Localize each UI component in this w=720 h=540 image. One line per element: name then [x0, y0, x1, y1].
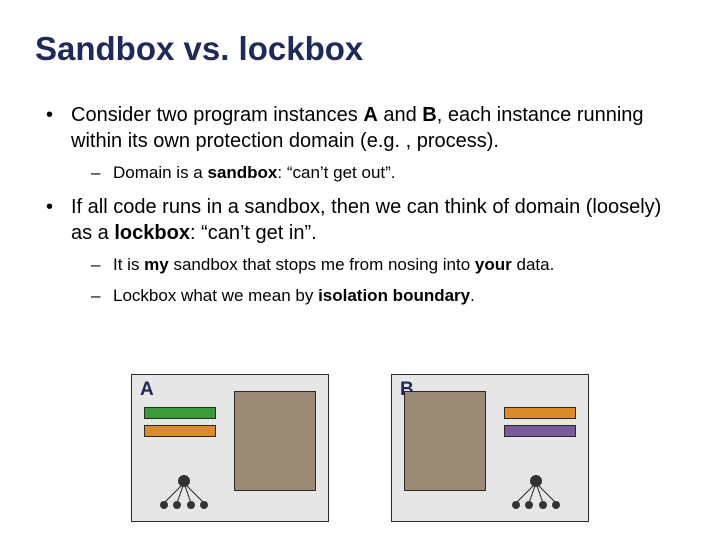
- resource-bar: [504, 425, 576, 437]
- sub-bullet: Lockbox what we mean by isolation bounda…: [91, 285, 685, 308]
- text-bold: A: [363, 104, 377, 126]
- diagram-row: A B: [0, 374, 720, 522]
- domain-box-b: B: [391, 374, 589, 522]
- domain-box-a: A: [131, 374, 329, 522]
- resource-bar: [144, 425, 216, 437]
- sub-bullet: Domain is a sandbox: “can’t get out”.: [91, 162, 685, 185]
- text-bold: B: [422, 104, 436, 126]
- process-tree-icon: [154, 473, 214, 513]
- text-bold: sandbox: [207, 163, 277, 182]
- sub-bullet-list: Domain is a sandbox: “can’t get out”.: [71, 162, 685, 185]
- text: : “can’t get in”.: [190, 222, 317, 244]
- text-bold: lockbox: [114, 222, 190, 244]
- slide-title: Sandbox vs. lockbox: [35, 30, 685, 68]
- memory-block: [404, 391, 486, 491]
- bullet-1: Consider two program instances A and B, …: [43, 103, 685, 185]
- resource-bar: [504, 407, 576, 419]
- bullet-2: If all code runs in a sandbox, then we c…: [43, 195, 685, 308]
- text-bold: isolation boundary: [318, 286, 470, 305]
- text: Lockbox what we mean by: [113, 286, 318, 305]
- text: : “can’t get out”.: [277, 163, 395, 182]
- sub-bullet: It is my sandbox that stops me from nosi…: [91, 254, 685, 277]
- resource-bar: [144, 407, 216, 419]
- text: sandbox that stops me from nosing into: [169, 255, 475, 274]
- box-label-a: A: [140, 379, 154, 401]
- text: and: [378, 104, 422, 126]
- text-bold: my: [144, 255, 169, 274]
- slide: Sandbox vs. lockbox Consider two program…: [0, 0, 720, 308]
- sub-bullet-list: It is my sandbox that stops me from nosi…: [71, 254, 685, 308]
- text: .: [470, 286, 475, 305]
- process-tree-icon: [506, 473, 566, 513]
- memory-block: [234, 391, 316, 491]
- text-bold: your: [475, 255, 512, 274]
- bullet-list: Consider two program instances A and B, …: [35, 103, 685, 308]
- text: data.: [512, 255, 555, 274]
- text: Consider two program instances: [71, 104, 363, 126]
- text: It is: [113, 255, 144, 274]
- text: Domain is a: [113, 163, 207, 182]
